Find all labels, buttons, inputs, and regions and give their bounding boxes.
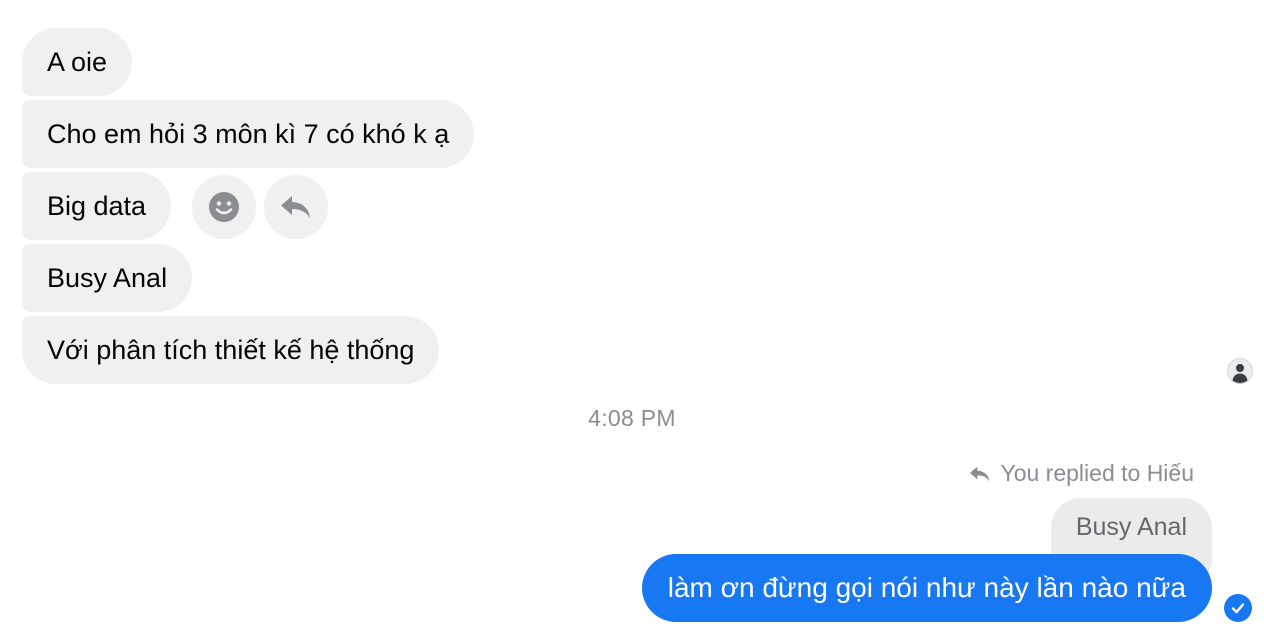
avatar-icon <box>1232 364 1248 383</box>
checkmark-icon <box>1231 603 1245 614</box>
message-bubble-incoming[interactable]: A oie <box>22 28 133 96</box>
seen-avatar <box>1227 358 1253 384</box>
smiley-icon <box>209 192 239 222</box>
sent-status-icon <box>1224 594 1252 622</box>
reply-arrow-icon <box>281 196 310 218</box>
message-bubble-outgoing[interactable]: làm ơn đừng gọi nói như này lần nào nữa <box>641 554 1212 622</box>
message-bubble-incoming[interactable]: Cho em hỏi 3 môn kì 7 có khó k ạ <box>22 100 475 168</box>
reply-context-label: You replied to Hiếu <box>1000 460 1194 486</box>
message-bubble-incoming[interactable]: Busy Anal <box>22 244 193 312</box>
chat-thread: A oie Cho em hỏi 3 môn kì 7 có khó k ạ B… <box>0 0 1264 642</box>
message-bubble-incoming[interactable]: Big data <box>22 172 172 240</box>
timestamp: 4:08 PM <box>588 405 676 431</box>
message-bubble-incoming[interactable]: Với phân tích thiết kế hệ thống <box>22 316 440 384</box>
react-button[interactable] <box>192 175 256 239</box>
reply-context-header: You replied to Hiếu <box>968 460 1194 487</box>
reply-arrow-icon <box>970 466 990 481</box>
reply-button[interactable] <box>264 175 328 239</box>
